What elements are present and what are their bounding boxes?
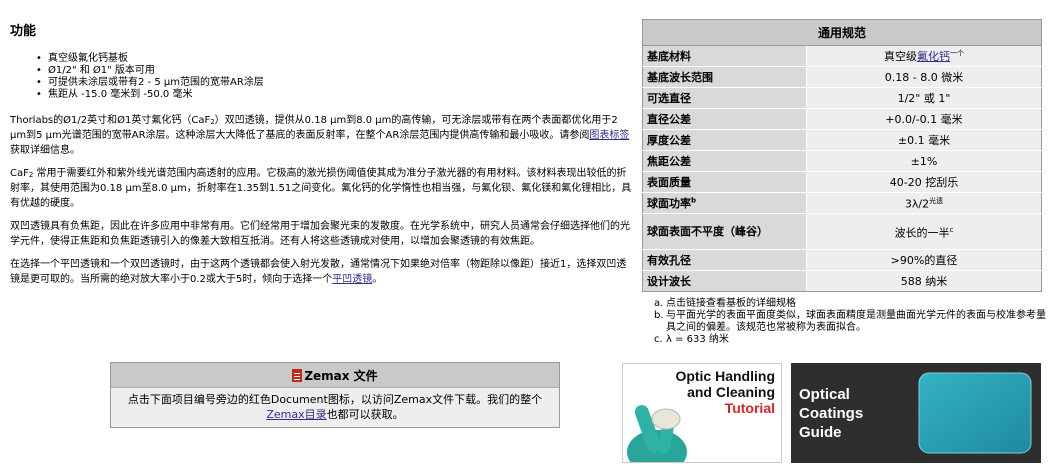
text: Coatings — [799, 405, 864, 422]
table-row: 球面功率b 3λ/2光遗 — [642, 192, 1042, 214]
caf2-link[interactable]: 氟化钙 — [917, 50, 950, 63]
text: 获取详细信息。 — [10, 145, 80, 156]
footnote-text: λ = 633 纳米 — [666, 334, 729, 345]
lens-paragraph: 双凹透镜具有负焦距，因此在许多应用中非常有用。它们经常用于增加会聚光束的发散度。… — [10, 221, 630, 247]
text: Optical — [799, 386, 850, 403]
feature-item: 真空级氟化钙基板 — [36, 53, 632, 65]
spec-table-title: 通用规范 — [642, 19, 1042, 46]
table-row: 直径公差 +0.0/-0.1 毫米 — [642, 108, 1042, 130]
footnote-mark: a. — [654, 298, 664, 309]
spec-footnotes: a. 点击链接查看基板的详细规格 b. 与平面光学的表面平面度类似，球面表面精度是测… — [654, 298, 1046, 346]
text: 也都可以获取。 — [326, 408, 404, 421]
feature-item: Ø1/2" 和 Ø1" 版本可用 — [36, 65, 632, 77]
spec-label: 基底材料 — [642, 45, 807, 67]
spec-value: 真空级氟化钙一个 — [806, 45, 1042, 67]
footnote: b — [691, 196, 697, 205]
tile-title: Optic Handling and Cleaning Tutorial — [675, 368, 775, 416]
text: 3λ/2 — [904, 197, 930, 211]
spec-value: 40-20 挖刮乐 — [806, 171, 1042, 193]
spec-label: 设计波长 — [642, 270, 807, 292]
zemax-header: Zemax 文件 — [111, 363, 559, 388]
table-row: 表面质量 40-20 挖刮乐 — [642, 171, 1042, 193]
material-paragraph: CaF2 常用于需要红外和紫外线光谱范围内高透射的应用。它极高的激光损伤阈值使其… — [10, 166, 632, 211]
text: 。 — [372, 274, 383, 285]
footnote-item: c. λ = 633 纳米 — [654, 334, 1046, 346]
table-row: 有效孔径 >90%的直径 — [642, 249, 1042, 271]
text: 常用于需要红外和紫外线光谱范围内高透射的应用。它极高的激光损伤阈值使其成为准分子… — [10, 168, 632, 209]
footnote: c — [949, 225, 954, 234]
spec-label: 有效孔径 — [642, 249, 807, 271]
footnote-mark: c. — [654, 334, 663, 345]
tile-title: Optical Coatings Guide — [799, 385, 863, 442]
features-section: 功能 真空级氟化钙基板 Ø1/2" 和 Ø1" 版本可用 可提供未涂层或带有2 … — [10, 10, 632, 295]
table-row: 基底波长范围 0.18 - 8.0 微米 — [642, 66, 1042, 88]
spec-value: 588 纳米 — [806, 270, 1042, 292]
table-row: 球面表面不平度（峰谷） 波长的一半c — [642, 213, 1042, 250]
spec-value: ±0.1 毫米 — [806, 129, 1042, 151]
text: 点击下面项目编号旁边的红色Document图标，以访问Zemax文件下载。我们的… — [127, 393, 543, 406]
graph-tab-link[interactable]: 图表标签 — [589, 130, 629, 141]
spec-label: 表面质量 — [642, 171, 807, 193]
spec-label: 直径公差 — [642, 108, 807, 130]
footnote-text: 与平面光学的表面平面度类似，球面表面精度是测量曲面光学元件的表面与校准参考量具之… — [666, 310, 1046, 333]
table-row: 基底材料 真空级氟化钙一个 — [642, 45, 1042, 67]
spec-value: ±1% — [806, 150, 1042, 172]
text: 球面功率 — [647, 197, 691, 210]
spec-value: 0.18 - 8.0 微米 — [806, 66, 1042, 88]
spec-label: 基底波长范围 — [642, 66, 807, 88]
footnote-mark: b. — [654, 310, 664, 321]
spec-value: >90%的直径 — [806, 249, 1042, 271]
text: Thorlabs的Ø1/2英寸和Ø1英寸氟化钙（CaF — [10, 115, 211, 126]
zemax-box: Zemax 文件 点击下面项目编号旁边的红色Document图标，以访问Zema… — [110, 362, 560, 428]
table-row: 可选直径 1/2" 或 1" — [642, 87, 1042, 109]
spec-label: 球面表面不平度（峰谷） — [642, 213, 807, 250]
spec-value: +0.0/-0.1 毫米 — [806, 108, 1042, 130]
document-icon — [292, 368, 303, 382]
text: Tutorial — [724, 400, 775, 416]
text: Guide — [799, 424, 842, 441]
spec-label: 焦距公差 — [642, 150, 807, 172]
footnote-item: a. 点击链接查看基板的详细规格 — [654, 298, 1046, 310]
spec-label: 厚度公差 — [642, 129, 807, 151]
footnote-item: b. 与平面光学的表面平面度类似，球面表面精度是测量曲面光学元件的表面与校准参考量… — [654, 310, 1046, 334]
spec-value: 3λ/2光遗 — [806, 192, 1042, 214]
feature-item: 焦距从 -15.0 毫米到 -50.0 毫米 — [36, 89, 632, 101]
description-paragraph: Thorlabs的Ø1/2英寸和Ø1英寸氟化钙（CaF2）双凹透镜，提供从0.1… — [10, 113, 632, 158]
zemax-body: 点击下面项目编号旁边的红色Document图标，以访问Zemax文件下载。我们的… — [111, 388, 559, 422]
optic-handling-tutorial-tile[interactable]: Optic Handling and Cleaning Tutorial — [622, 363, 782, 463]
text: Optic Handling — [675, 368, 775, 384]
table-row: 设计波长 588 纳米 — [642, 270, 1042, 292]
text: and Cleaning — [687, 384, 775, 400]
text: 真空级 — [884, 50, 917, 63]
zemax-title: Zemax 文件 — [304, 368, 378, 383]
table-row: 厚度公差 ±0.1 毫米 — [642, 129, 1042, 151]
optical-coatings-guide-tile[interactable]: Optical Coatings Guide — [791, 363, 1041, 463]
spec-label: 可选直径 — [642, 87, 807, 109]
features-heading: 功能 — [10, 24, 37, 39]
spec-table: 通用规范 基底材料 真空级氟化钙一个 基底波长范围 0.18 - 8.0 微米 … — [642, 19, 1042, 292]
feature-list: 真空级氟化钙基板 Ø1/2" 和 Ø1" 版本可用 可提供未涂层或带有2 - 5… — [36, 53, 632, 101]
text: 在选择一个平凹透镜和一个双凹透镜时，由于这两个透镜都会使入射光发散，通常情况下如… — [10, 259, 627, 285]
spec-label: 球面功率b — [642, 192, 807, 214]
spec-value: 1/2" 或 1" — [806, 87, 1042, 109]
selection-paragraph: 在选择一个平凹透镜和一个双凹透镜时，由于这两个透镜都会使入射光发散，通常情况下如… — [10, 257, 632, 287]
text: CaF — [10, 168, 29, 179]
footnote: 光遗 — [929, 196, 944, 205]
zemax-catalog-link[interactable]: Zemax目录 — [266, 408, 326, 421]
footnote-text: 点击链接查看基板的详细规格 — [666, 298, 796, 309]
table-row: 焦距公差 ±1% — [642, 150, 1042, 172]
text: 波长的一半 — [894, 226, 950, 240]
spec-value: 波长的一半c — [806, 213, 1042, 250]
feature-item: 可提供未涂层或带有2 - 5 µm范围的宽带AR涂层 — [36, 77, 632, 89]
plano-concave-link[interactable]: 平凹透镜 — [332, 274, 372, 285]
footnote: 一个 — [950, 49, 964, 58]
